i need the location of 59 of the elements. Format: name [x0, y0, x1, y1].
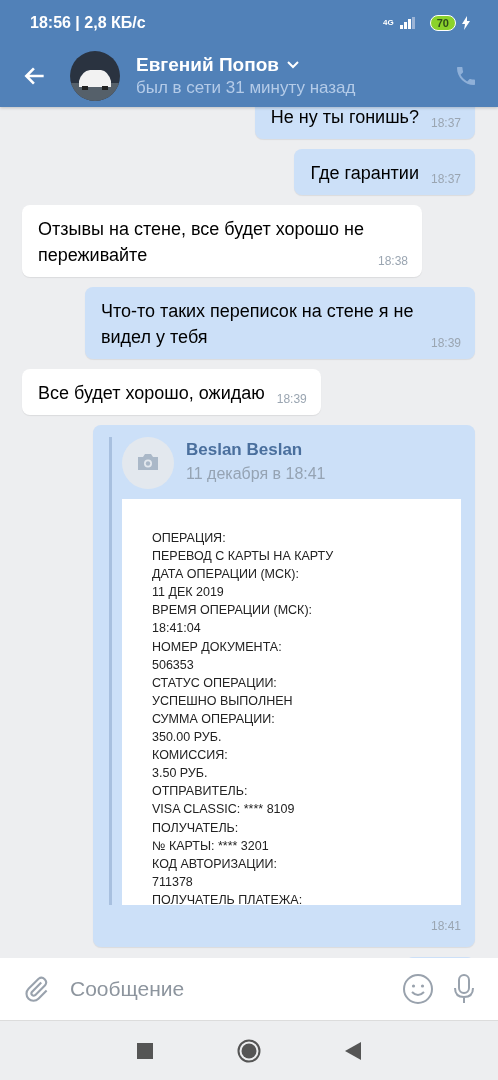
message-bubble[interactable]: Где гарантии 18:37: [294, 149, 475, 195]
microphone-icon[interactable]: [452, 973, 476, 1005]
signal-icon: [399, 16, 416, 29]
receipt-line: УСПЕШНО ВЫПОЛНЕН: [152, 692, 294, 710]
message-time: 18:37: [430, 172, 461, 186]
message-time: 18:39: [276, 392, 307, 406]
receipt-line: СТАТУС ОПЕРАЦИИ:: [152, 674, 278, 692]
message-bubble[interactable]: Все будет хорошо, ожидаю 18:39: [22, 369, 321, 415]
receipt-line: ВРЕМЯ ОПЕРАЦИИ (МСК):: [152, 602, 314, 620]
receipt-line: ДАТА ОПЕРАЦИИ (МСК):: [152, 566, 300, 584]
receipt-line: НОМЕР ДОКУМЕНТА:: [152, 638, 283, 656]
message-time: 18:39: [430, 336, 461, 350]
receipt-line: 350.00 РУБ.: [152, 729, 223, 747]
charging-icon: [462, 15, 470, 30]
receipt-line: ПЕРЕВОД С КАРТЫ НА КАРТУ: [152, 548, 335, 566]
message-field[interactable]: Сообщение: [68, 976, 384, 1002]
message-time: 18:38: [377, 254, 408, 268]
status-time: 18:56 | 2,8 КБ/с: [30, 13, 146, 32]
receipt-line: ОПЕРАЦИЯ:: [152, 530, 227, 547]
receipt-line: 18:41:04: [152, 620, 202, 638]
message-bubble[interactable]: Что-то таких переписок на стене я не видел у тебя 18:39: [85, 287, 475, 359]
camera-icon: [122, 437, 174, 489]
receipt-line: 11 ДЕК 2019: [152, 584, 225, 602]
forward-author[interactable]: Beslan Beslan: [186, 439, 326, 461]
message-bubble[interactable]: Не ну ты гонишь? 18:37: [254, 107, 475, 139]
receipt-line: ПОЛУЧАТЕЛЬ ПЛАТЕЖА:: [152, 891, 304, 905]
message-text: Не ну ты гонишь?: [270, 107, 419, 129]
message-time: 18:37: [430, 116, 461, 130]
receipt-image[interactable]: [122, 499, 461, 905]
message-bubble[interactable]: [93, 425, 475, 947]
home-icon[interactable]: [237, 1038, 261, 1063]
receipt-line: № КАРТЫ: **** 3201: [152, 837, 270, 855]
receipt-line: 3.50 РУБ.: [152, 765, 209, 783]
receipt-line: ОТПРАВИТЕЛЬ:: [152, 783, 249, 801]
message-text: Отзывы на стене, все будет хорошо не переживайте: [38, 218, 365, 267]
chevron-down-icon[interactable]: [287, 61, 299, 69]
receipt-line: VISA CLASSIC: **** 8109: [152, 801, 296, 819]
presence-status: был в сети 31 минуту назад: [136, 77, 357, 99]
message-text: Где гарантии: [310, 162, 419, 185]
receipt-line: КОМИССИЯ:: [152, 747, 229, 765]
message-bubble[interactable]: Отзывы на стене, все будет хорошо не переживайте 18:38: [22, 205, 422, 277]
message-text: Все будет хорошо, ожидаю: [38, 382, 265, 405]
forward-date: 11 декабря в 18:41: [186, 464, 326, 484]
emoji-icon[interactable]: [402, 973, 434, 1005]
recents-icon[interactable]: [137, 1042, 153, 1059]
receipt-line: ПОЛУЧАТЕЛЬ:: [152, 819, 240, 837]
avatar-icon[interactable]: [70, 51, 120, 101]
receipt-line: 711378: [152, 873, 194, 891]
receipt-line: КОД АВТОРИЗАЦИИ:: [152, 855, 279, 873]
contact-name[interactable]: Евгений Попов: [136, 53, 279, 77]
network-type: 4G: [383, 18, 394, 27]
battery-level: 70: [429, 14, 456, 31]
paperclip-icon[interactable]: [22, 975, 50, 1003]
message-bar[interactable]: Сообщение: [0, 958, 498, 1021]
receipt-line: 506353: [152, 656, 195, 674]
receipt-line: СУММА ОПЕРАЦИИ:: [152, 710, 276, 728]
message-time: 18:41: [429, 918, 461, 935]
back-nav-icon[interactable]: [345, 1041, 361, 1060]
message-text: Что-то таких переписок на стене я не видел у тебя: [101, 300, 415, 349]
